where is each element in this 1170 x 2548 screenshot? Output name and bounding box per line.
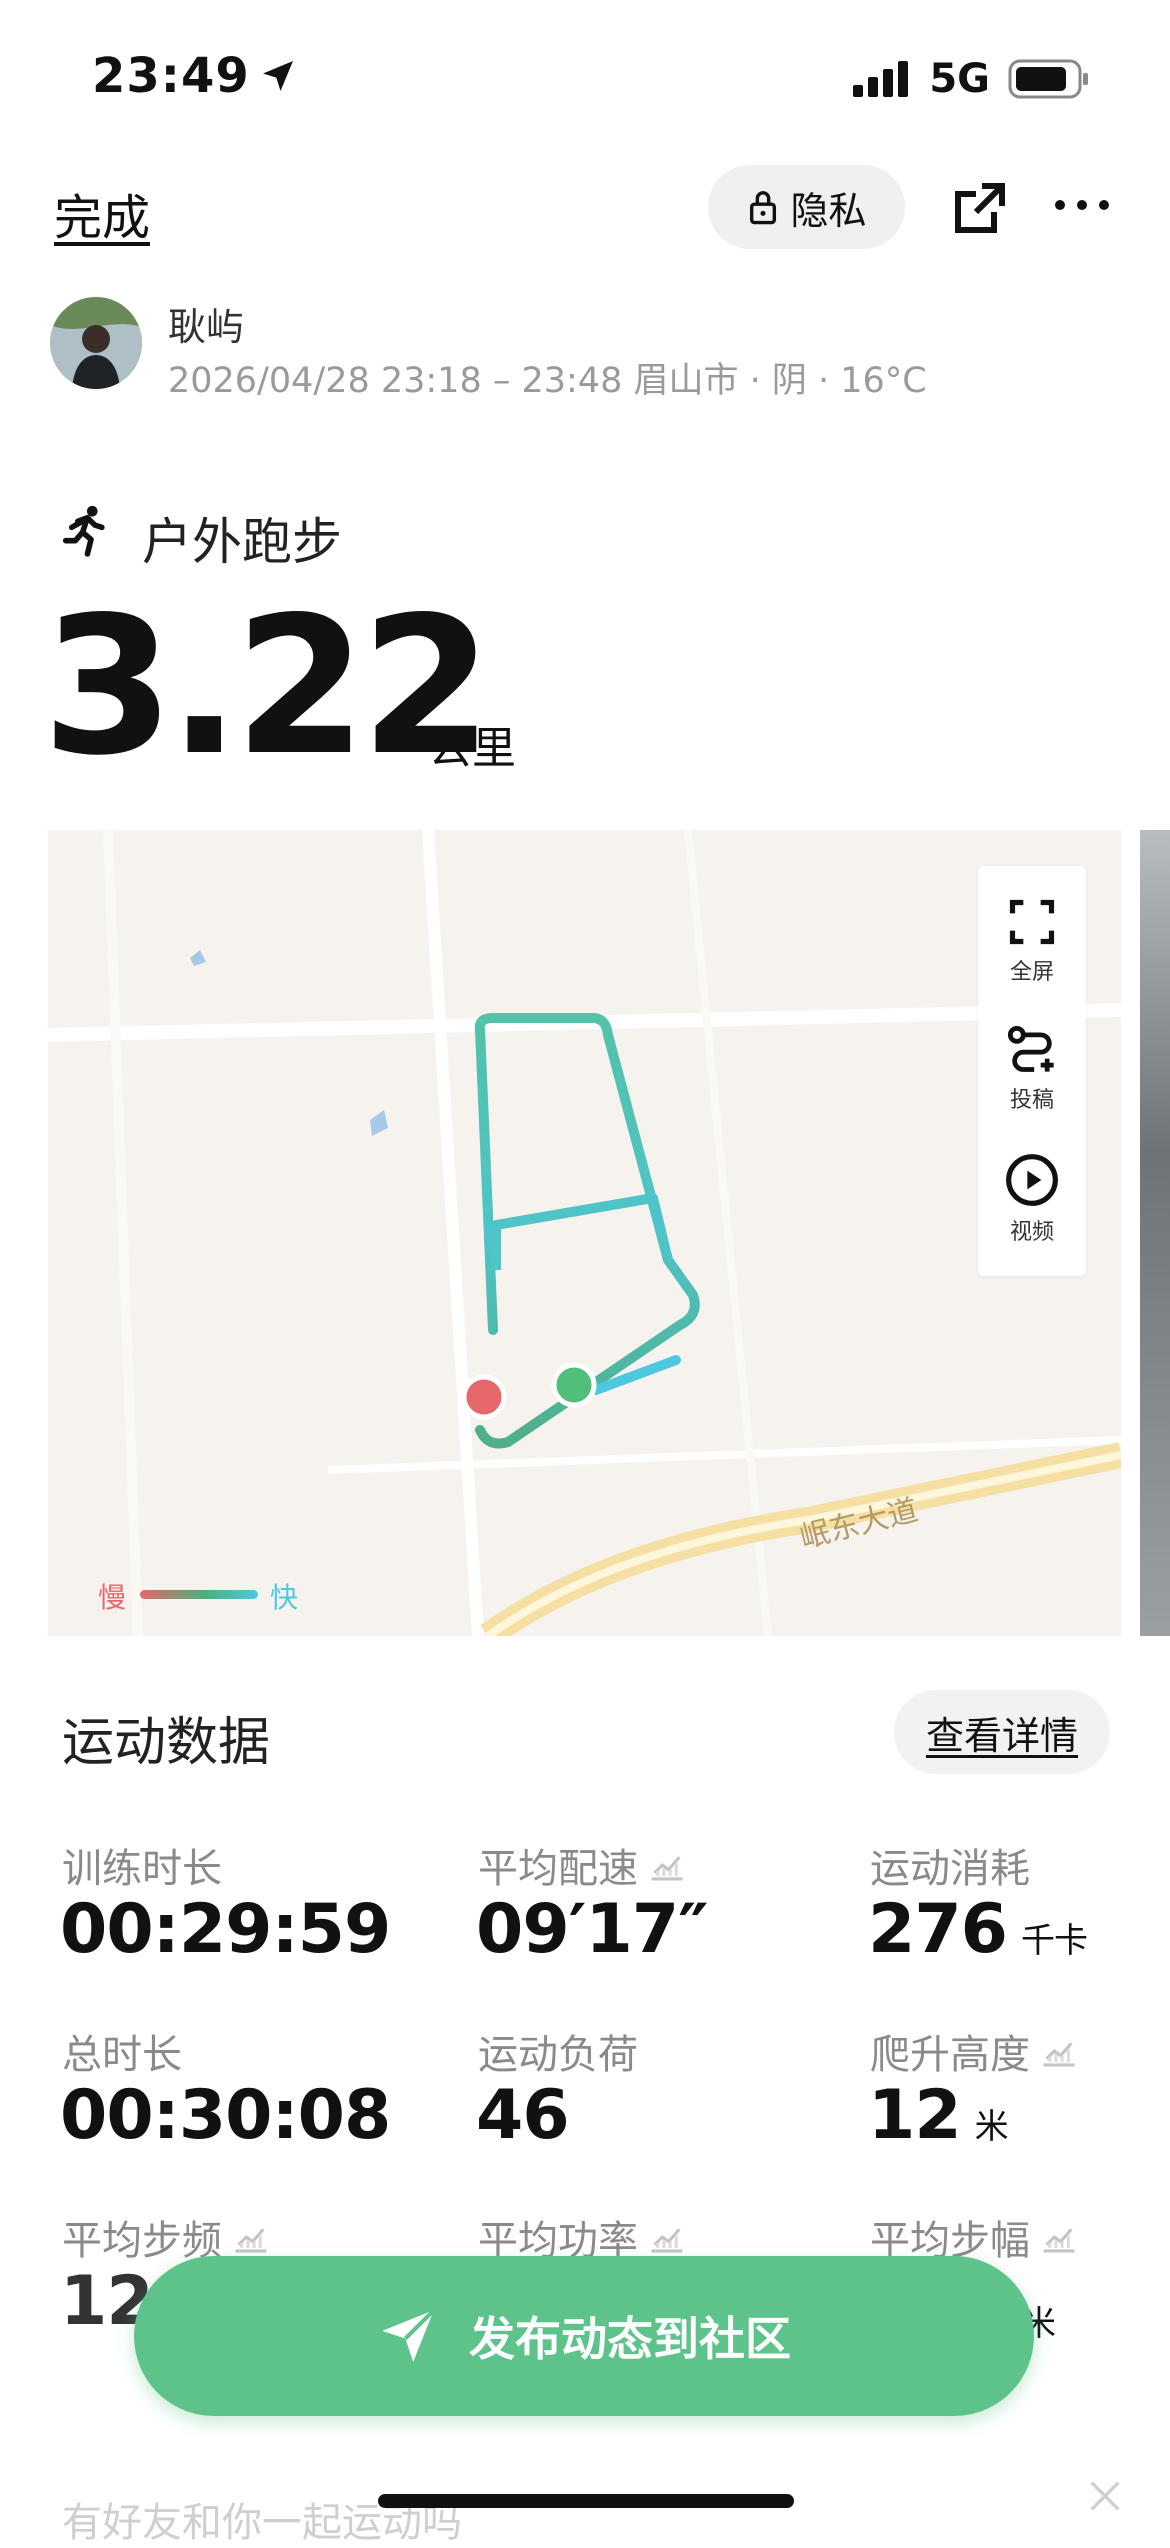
map-water — [370, 1110, 388, 1136]
trend-chart-icon — [1043, 2228, 1075, 2253]
battery-icon — [1008, 59, 1088, 99]
view-details-button[interactable]: 查看详情 — [894, 1690, 1110, 1774]
stat-label[interactable]: 平均配速 — [478, 1836, 686, 1894]
next-media-preview[interactable] — [1140, 830, 1170, 1636]
more-dot — [1055, 200, 1065, 210]
map-water — [190, 950, 206, 966]
stat-label: 总时长 — [62, 2022, 182, 2080]
stat-label[interactable]: 爬升高度 — [870, 2022, 1078, 2080]
play-video-icon — [1006, 1154, 1058, 1206]
avatar-image — [50, 297, 142, 389]
status-indicators: 5G — [853, 56, 1090, 102]
send-arrow-icon — [382, 2308, 436, 2362]
share-icon[interactable] — [952, 180, 1008, 236]
stat-value-text: 12 — [868, 2076, 962, 2155]
submit-route-label: 投稿 — [1009, 1088, 1054, 1113]
route-track-inner — [491, 1193, 673, 1270]
end-marker — [461, 1374, 507, 1420]
stat-value: 09′17″ — [476, 1890, 709, 1969]
map-canvas: 岷东大道 — [48, 830, 1121, 1636]
stat-value: 00:30:08 — [60, 2076, 391, 2155]
stat-label-text: 平均配速 — [478, 1846, 638, 1892]
distance-unit: 公里 — [428, 723, 516, 774]
video-label: 视频 — [1009, 1220, 1054, 1245]
trend-chart-icon — [651, 2228, 683, 2253]
more-options-button[interactable] — [1055, 200, 1109, 210]
location-arrow-icon — [262, 61, 293, 91]
map-street — [684, 830, 772, 1636]
privacy-button[interactable]: 隐私 — [708, 165, 905, 249]
stat-label-text: 总时长 — [62, 2032, 182, 2078]
stat-value: 276 千卡 — [868, 1890, 1088, 1969]
close-icon[interactable] — [1085, 2476, 1125, 2516]
map-street — [327, 1436, 1121, 1474]
publish-to-community-button[interactable]: 发布动态到社区 — [134, 2256, 1034, 2416]
start-marker — [551, 1362, 597, 1408]
avatar[interactable] — [50, 297, 142, 389]
submit-route-button[interactable]: 投稿 — [978, 1024, 1086, 1114]
stat-unit: 米 — [974, 2107, 1009, 2147]
distance-value: 3.22 — [42, 576, 493, 797]
stat-value-text: 09′17″ — [476, 1890, 709, 1969]
running-icon — [62, 505, 105, 557]
stats-title: 运动数据 — [62, 1713, 271, 1773]
route-plus-icon — [1007, 1025, 1054, 1072]
stat-label: 运动负荷 — [478, 2022, 638, 2080]
activity-meta: 2026/04/28 23:18 – 23:48 眉山市 · 阴 · 16°C — [168, 361, 927, 401]
more-dot — [1099, 200, 1109, 210]
activity-type: 户外跑步 — [142, 513, 342, 571]
stat-label-text: 爬升高度 — [870, 2032, 1030, 2078]
stat-value: 00:29:59 — [60, 1890, 391, 1969]
route-map[interactable]: 岷东大道 — [48, 830, 1121, 1636]
privacy-label: 隐私 — [790, 188, 867, 233]
stat-value-text: 46 — [476, 2076, 570, 2155]
home-indicator[interactable] — [378, 2494, 794, 2508]
map-street — [422, 830, 484, 1636]
network-type: 5G — [929, 56, 990, 102]
stat-value-text: 00:30:08 — [60, 2076, 391, 2155]
stat-value: 46 — [476, 2076, 570, 2155]
stat-label-text: 训练时长 — [62, 1846, 222, 1892]
stat-value-text: 00:29:59 — [60, 1890, 391, 1969]
pace-legend-bar — [140, 1590, 258, 1599]
signal-icon — [853, 61, 909, 97]
stat-value-text: 276 — [868, 1890, 1008, 1969]
video-button[interactable]: 视频 — [978, 1152, 1086, 1246]
done-button[interactable]: 完成 — [54, 178, 150, 248]
fullscreen-icon — [1009, 899, 1055, 945]
status-time: 23:49 — [92, 48, 298, 104]
stat-label: 运动消耗 — [870, 1836, 1030, 1894]
publish-label: 发布动态到社区 — [469, 2312, 791, 2366]
map-tools: 全屏 投稿 视频 — [978, 866, 1086, 1276]
map-street — [103, 830, 143, 1636]
stat-label-text: 运动负荷 — [478, 2032, 638, 2078]
lock-icon — [750, 191, 777, 225]
trend-chart-icon — [1043, 2042, 1075, 2067]
legend-slow: 慢 — [98, 1581, 127, 1614]
user-name[interactable]: 耿屿 — [168, 296, 244, 351]
status-time-text: 23:49 — [92, 48, 250, 104]
stat-value: 12 米 — [868, 2076, 1009, 2155]
trend-chart-icon — [651, 1856, 683, 1881]
stat-label: 训练时长 — [62, 1836, 222, 1894]
stat-label-text: 运动消耗 — [870, 1846, 1030, 1892]
more-dot — [1077, 200, 1087, 210]
fullscreen-button[interactable]: 全屏 — [978, 896, 1086, 986]
trend-chart-icon — [235, 2228, 267, 2253]
fullscreen-label: 全屏 — [1009, 960, 1054, 985]
stat-unit: 千卡 — [1020, 1921, 1088, 1961]
legend-fast: 快 — [270, 1581, 299, 1614]
